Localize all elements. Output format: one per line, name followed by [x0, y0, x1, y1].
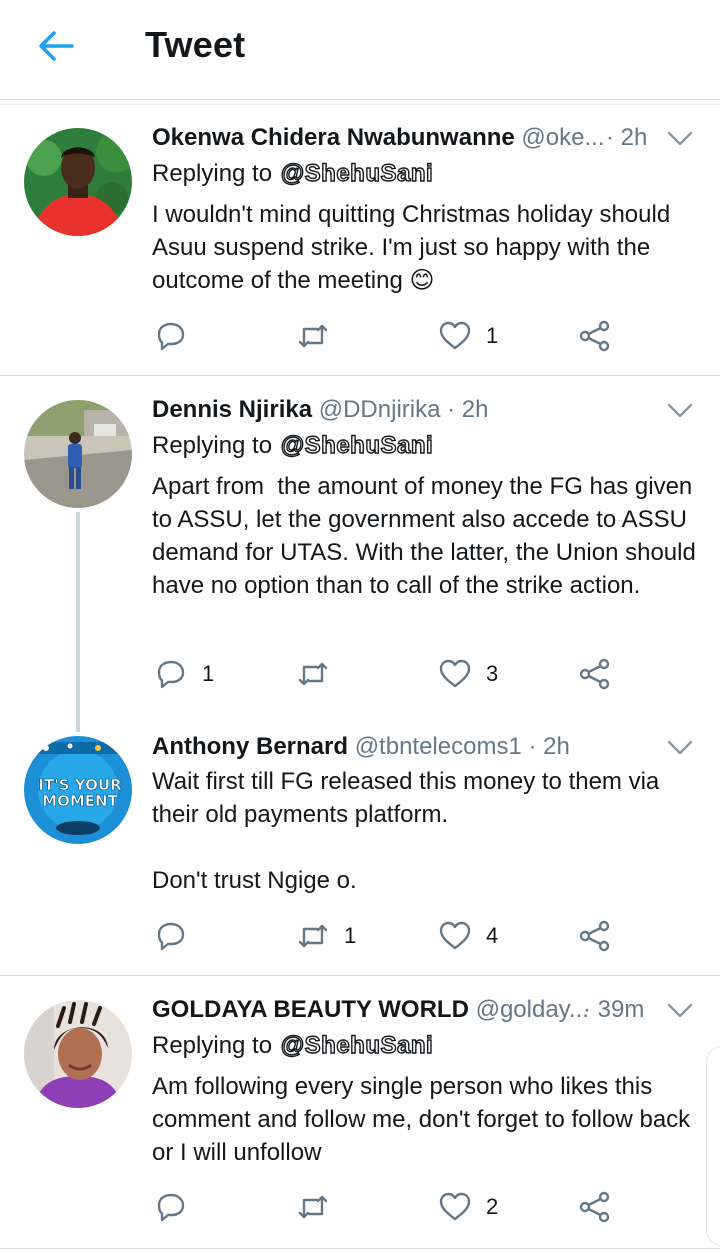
top-bar: Tweet [0, 0, 720, 100]
author-name[interactable]: Anthony Bernard [152, 733, 348, 760]
avatar-text: MOMENT [42, 792, 118, 810]
avatar[interactable] [24, 128, 132, 236]
tweet-text: Am following every single person who lik… [152, 1073, 697, 1166]
tweet-text: I wouldn't mind quitting Christmas holid… [152, 201, 676, 294]
retweet-icon [298, 324, 328, 348]
arrow-left-icon[interactable] [36, 26, 76, 66]
page-title: Tweet [145, 24, 246, 65]
author-handle[interactable]: @golday... [476, 996, 589, 1023]
like-button[interactable]: 1 [438, 314, 498, 358]
replying-to-label: Replying to [152, 432, 273, 459]
tweet-time: · 2h [528, 733, 570, 760]
share-button[interactable] [578, 652, 612, 696]
mention-link[interactable]: @ShehuSani [278, 1030, 436, 1062]
share-icon [579, 658, 610, 690]
like-count: 1 [486, 323, 499, 348]
author-name[interactable]: Okenwa Chidera Nwabunwanne [152, 124, 515, 151]
mention-link[interactable]: @ShehuSani [278, 158, 436, 190]
tweet-actions: 2 [152, 1185, 632, 1229]
author-handle[interactable]: @tbntelecoms1 [355, 733, 522, 760]
reply-button[interactable] [154, 314, 202, 358]
chevron-down-icon[interactable] [664, 994, 696, 1026]
mention-link[interactable]: @ShehuSani [278, 430, 436, 462]
chevron-down-icon[interactable] [664, 122, 696, 154]
like-button[interactable]: 4 [438, 914, 498, 958]
tweet-text: Wait first till FG released this money t… [152, 768, 660, 894]
tweet-header: Dennis Njirika @DDnjirika · 2h [152, 394, 662, 426]
heart-icon [439, 1192, 471, 1221]
retweet-button[interactable] [296, 314, 344, 358]
edge-panel-handle[interactable] [706, 1046, 720, 1246]
tweet-time: · 2h [447, 396, 489, 423]
retweet-button[interactable] [296, 1185, 344, 1229]
heart-icon [439, 321, 471, 350]
tweet-actions: 1 [152, 314, 632, 358]
reply-button[interactable]: 1 [154, 652, 214, 696]
reply-count: 1 [202, 661, 215, 686]
share-icon [579, 920, 610, 952]
avatar[interactable] [24, 400, 132, 508]
like-count: 4 [486, 923, 499, 948]
retweet-icon [298, 924, 328, 948]
heart-icon [439, 921, 471, 950]
share-button[interactable] [578, 314, 612, 358]
reply-button[interactable] [154, 1185, 202, 1229]
divider [0, 375, 720, 376]
reply-icon [157, 660, 185, 689]
tweet-time: · 2h [606, 124, 648, 151]
author-handle[interactable]: @oke... [521, 124, 604, 151]
author-handle[interactable]: @DDnjirika [319, 396, 441, 423]
share-icon [579, 1191, 610, 1223]
retweet-button[interactable]: 1 [296, 914, 356, 958]
thread-line [76, 512, 80, 732]
replying-to-label: Replying to [152, 1032, 273, 1059]
avatar[interactable] [24, 1000, 132, 1108]
tweet-header: Anthony Bernard @tbntelecoms1 · 2h [152, 731, 662, 763]
retweet-button[interactable] [296, 652, 344, 696]
retweet-icon [298, 662, 328, 686]
replying-to: Replying to @ShehuSani [152, 1030, 436, 1062]
reply-icon [157, 1193, 185, 1222]
share-button[interactable] [578, 1185, 612, 1229]
share-icon [579, 320, 610, 352]
tweet-text: Apart from the amount of money the FG ha… [152, 473, 703, 599]
reply-icon [157, 922, 185, 951]
like-count: 2 [486, 1194, 499, 1219]
author-name[interactable]: GOLDAYA BEAUTY WORLD [152, 996, 469, 1023]
heart-icon [439, 659, 471, 688]
divider [0, 1248, 720, 1249]
tweet-time: · 39m [583, 996, 645, 1023]
author-name[interactable]: Dennis Njirika [152, 396, 312, 423]
retweet-count: 1 [344, 923, 357, 948]
chevron-down-icon[interactable] [664, 731, 696, 763]
share-button[interactable] [578, 914, 612, 958]
reply-icon [157, 322, 185, 351]
replying-to-label: Replying to [152, 160, 273, 187]
divider [0, 975, 720, 976]
like-count: 3 [486, 661, 499, 686]
reply-button[interactable] [154, 914, 202, 958]
like-button[interactable]: 3 [438, 652, 498, 696]
chevron-down-icon[interactable] [664, 394, 696, 426]
tweet-actions: 1 3 [152, 652, 632, 696]
replying-to: Replying to @ShehuSani [152, 158, 436, 190]
avatar[interactable]: IT'S YOUR MOMENT [24, 736, 132, 844]
like-button[interactable]: 2 [438, 1185, 498, 1229]
retweet-icon [298, 1195, 328, 1219]
tweet-header: Okenwa Chidera Nwabunwanne @oke... [152, 122, 662, 154]
replying-to: Replying to @ShehuSani [152, 430, 436, 462]
tweet-actions: 1 4 [152, 914, 632, 958]
divider [0, 104, 720, 105]
